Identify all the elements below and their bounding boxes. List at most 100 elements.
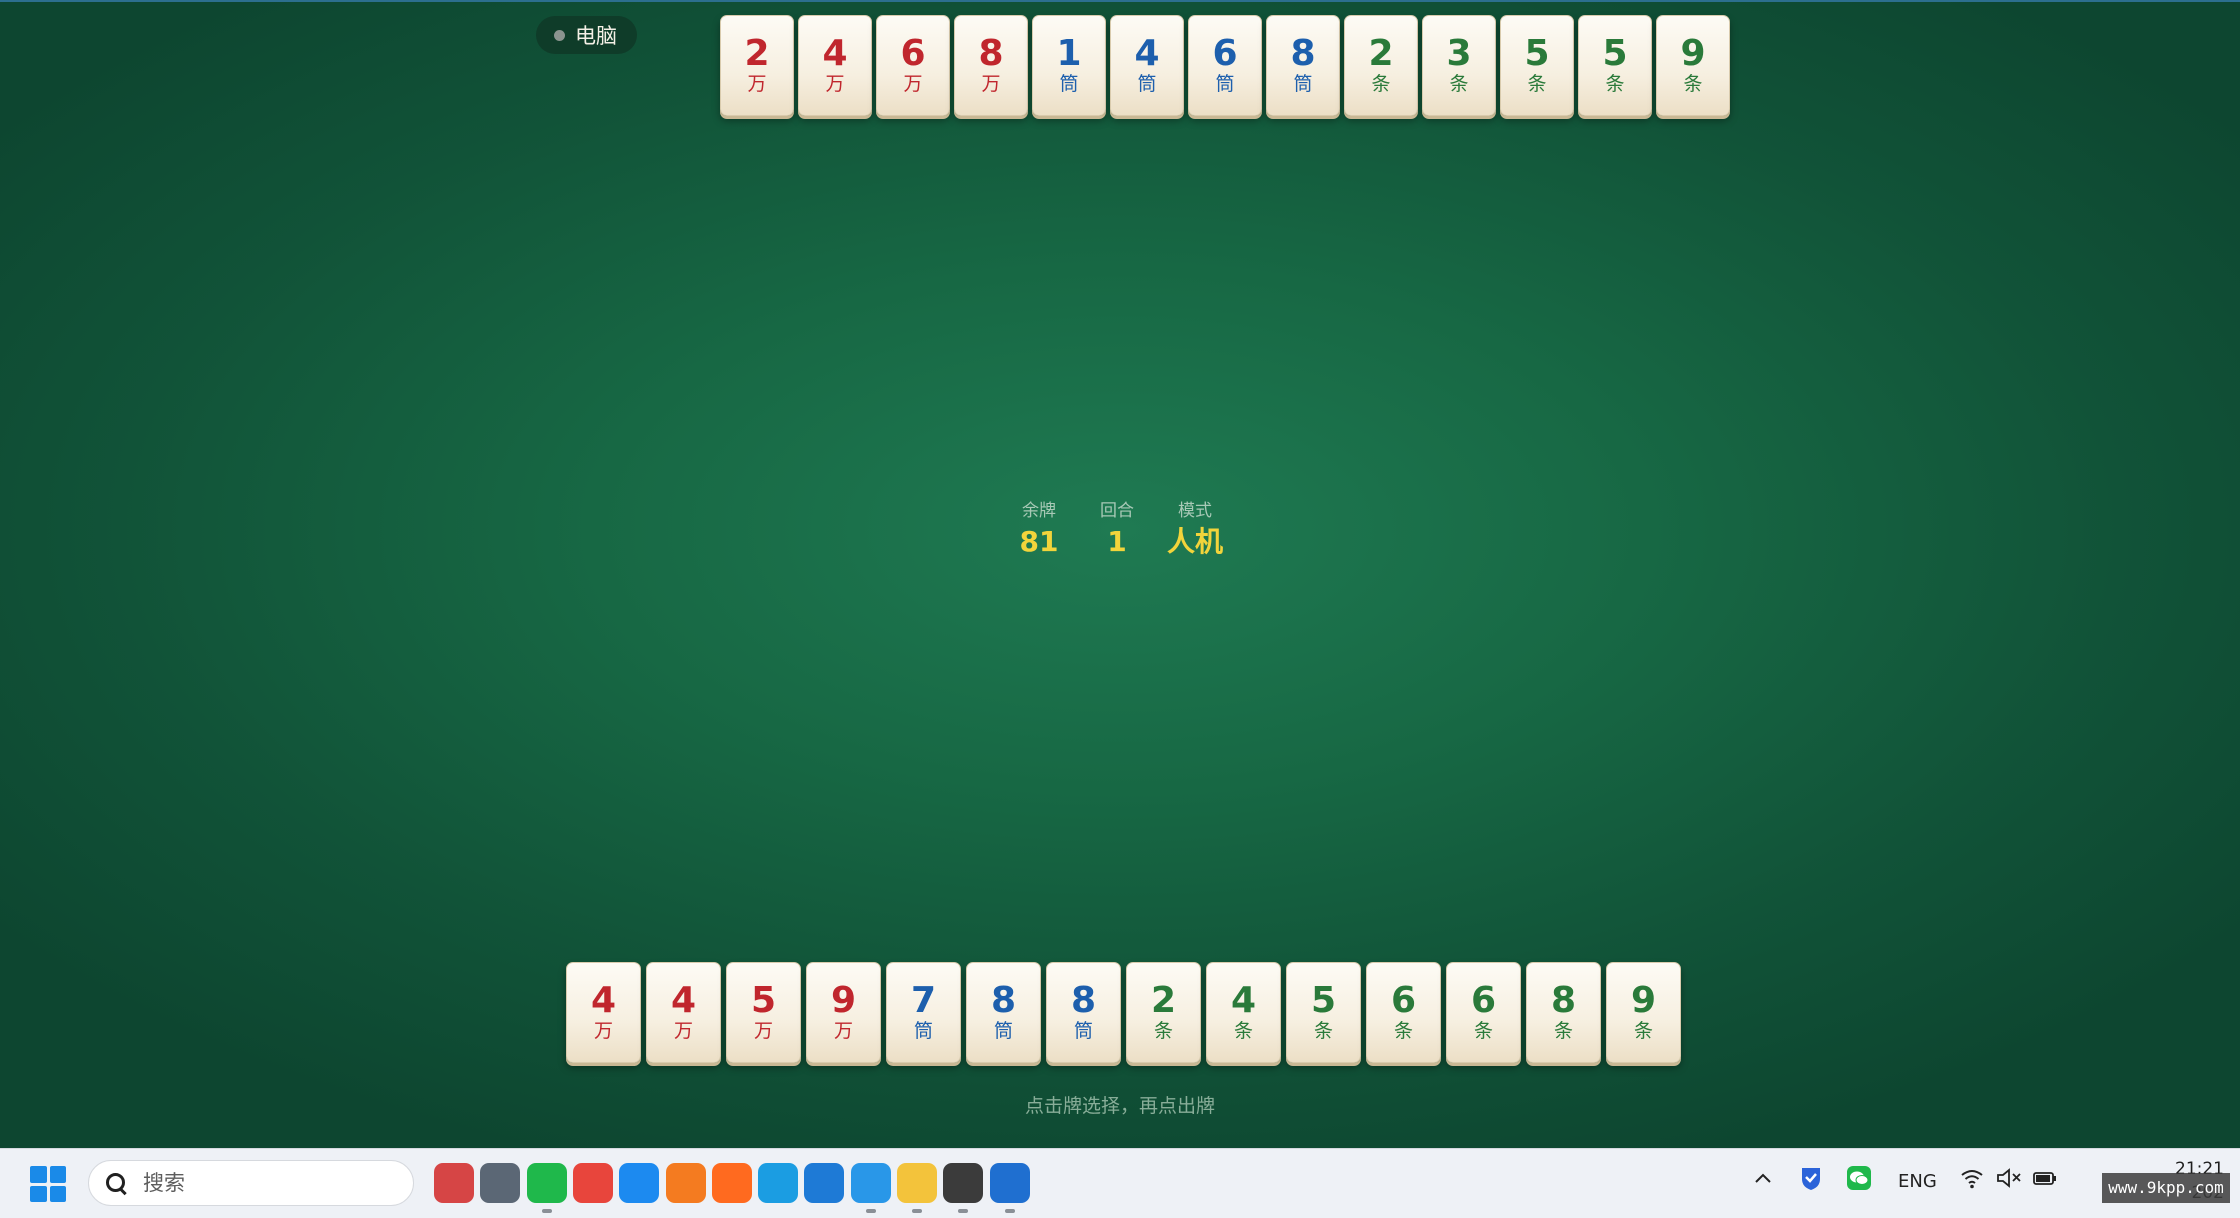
tile-suit: 筒 bbox=[1137, 73, 1157, 95]
battery-icon[interactable] bbox=[2032, 1167, 2058, 1194]
tile-suit: 筒 bbox=[1293, 73, 1313, 95]
screen: 电脑 2万4万6万8万1筒4筒6筒8筒2条3条5条5条9条 余牌 81 回合 1… bbox=[0, 0, 2240, 1218]
player-tile[interactable]: 4条 bbox=[1206, 962, 1281, 1063]
tile-suit: 条 bbox=[1449, 73, 1469, 95]
ie-icon[interactable] bbox=[804, 1163, 844, 1203]
player-tile[interactable]: 9条 bbox=[1606, 962, 1681, 1063]
avatar-app-icon[interactable] bbox=[943, 1163, 983, 1203]
taskbar-search[interactable] bbox=[88, 1160, 414, 1206]
edge-icon[interactable] bbox=[758, 1163, 798, 1203]
tile-rank: 7 bbox=[910, 980, 937, 1021]
tile-rank: 9 bbox=[1630, 980, 1657, 1021]
player-tile[interactable]: 5条 bbox=[1286, 962, 1361, 1063]
tile-suit: 万 bbox=[825, 73, 845, 95]
tile-suit: 条 bbox=[1153, 1020, 1173, 1042]
player-tile[interactable]: 4万 bbox=[646, 962, 721, 1063]
chrome-icon[interactable] bbox=[573, 1163, 613, 1203]
player-tile[interactable]: 8条 bbox=[1526, 962, 1601, 1063]
tile-rank: 8 bbox=[1070, 980, 1097, 1021]
firefox-icon[interactable] bbox=[712, 1163, 752, 1203]
opponent-tile: 2万 bbox=[720, 15, 794, 116]
cloud-drive-icon[interactable] bbox=[851, 1163, 891, 1203]
opponent-tile: 4万 bbox=[798, 15, 872, 116]
tile-suit: 筒 bbox=[1059, 73, 1079, 95]
opponent-tile: 9条 bbox=[1656, 15, 1730, 116]
wechat-tray-icon[interactable] bbox=[1846, 1165, 1872, 1196]
file-explorer-icon[interactable] bbox=[897, 1163, 937, 1203]
running-indicator bbox=[1005, 1209, 1015, 1213]
tile-rank: 9 bbox=[1680, 33, 1706, 74]
browser-blue-icon[interactable] bbox=[619, 1163, 659, 1203]
tile-rank: 5 bbox=[750, 980, 777, 1021]
security-shield-icon[interactable] bbox=[1799, 1165, 1823, 1196]
opponent-tile: 1筒 bbox=[1032, 15, 1106, 116]
tile-suit: 万 bbox=[673, 1020, 693, 1042]
tile-rank: 9 bbox=[830, 980, 857, 1021]
stat-remaining: 余牌 81 bbox=[1000, 500, 1078, 562]
player-tile[interactable]: 6条 bbox=[1366, 962, 1441, 1063]
tile-suit: 万 bbox=[981, 73, 1001, 95]
stat-remaining-label: 余牌 bbox=[1022, 501, 1056, 521]
search-input[interactable] bbox=[141, 1170, 385, 1196]
tile-rank: 4 bbox=[670, 980, 697, 1021]
running-indicator bbox=[912, 1209, 922, 1213]
wechat-icon[interactable] bbox=[527, 1163, 567, 1203]
start-button[interactable] bbox=[30, 1166, 66, 1202]
tile-suit: 条 bbox=[1233, 1020, 1253, 1042]
language-indicator[interactable]: ENG bbox=[1898, 1171, 1937, 1192]
taskbar: ENG 21:21 202 www.9kpp.com bbox=[0, 1148, 2240, 1218]
tile-rank: 4 bbox=[590, 980, 617, 1021]
tile-suit: 万 bbox=[747, 73, 767, 95]
player-tile[interactable]: 8筒 bbox=[966, 962, 1041, 1063]
tile-suit: 条 bbox=[1371, 73, 1391, 95]
watermark: www.9kpp.com bbox=[2102, 1173, 2230, 1203]
tile-rank: 4 bbox=[822, 33, 848, 74]
opponent-tile: 6筒 bbox=[1188, 15, 1262, 116]
stat-round: 回合 1 bbox=[1078, 500, 1156, 562]
player-tile[interactable]: 8筒 bbox=[1046, 962, 1121, 1063]
tile-rank: 4 bbox=[1134, 33, 1160, 74]
tile-rank: 6 bbox=[1470, 980, 1497, 1021]
opponent-tile: 6万 bbox=[876, 15, 950, 116]
opponent-tile: 3条 bbox=[1422, 15, 1496, 116]
player-tile[interactable]: 2条 bbox=[1126, 962, 1201, 1063]
running-indicator bbox=[958, 1209, 968, 1213]
game-table: 电脑 2万4万6万8万1筒4筒6筒8筒2条3条5条5条9条 余牌 81 回合 1… bbox=[0, 0, 2240, 1148]
tile-suit: 筒 bbox=[913, 1020, 933, 1042]
tile-suit: 万 bbox=[903, 73, 923, 95]
tile-suit: 万 bbox=[593, 1020, 613, 1042]
play-hint: 点击牌选择，再点出牌 bbox=[1024, 1095, 1215, 1117]
stat-mode: 模式 人机 bbox=[1156, 500, 1234, 562]
search-icon bbox=[105, 1172, 127, 1194]
tile-rank: 8 bbox=[990, 980, 1017, 1021]
tile-rank: 6 bbox=[900, 33, 926, 74]
status-dot-icon bbox=[554, 29, 565, 41]
opponent-name: 电脑 bbox=[575, 24, 617, 48]
player-tile[interactable]: 7筒 bbox=[886, 962, 961, 1063]
tile-rank: 4 bbox=[1230, 980, 1257, 1021]
tile-suit: 筒 bbox=[993, 1020, 1013, 1042]
tile-rank: 1 bbox=[1056, 33, 1082, 74]
tile-rank: 2 bbox=[744, 33, 770, 74]
chevron-up-icon[interactable] bbox=[1752, 1167, 1774, 1194]
orange-app-icon[interactable] bbox=[666, 1163, 706, 1203]
tile-rank: 5 bbox=[1602, 33, 1628, 74]
tile-suit: 条 bbox=[1683, 73, 1703, 95]
tile-rank: 6 bbox=[1390, 980, 1417, 1021]
player-tile[interactable]: 6条 bbox=[1446, 962, 1521, 1063]
volume-muted-icon[interactable] bbox=[1996, 1167, 2022, 1194]
player-tile[interactable]: 9万 bbox=[806, 962, 881, 1063]
stat-remaining-value: 81 bbox=[1019, 525, 1059, 558]
tile-suit: 条 bbox=[1313, 1020, 1333, 1042]
tile-rank: 2 bbox=[1150, 980, 1177, 1021]
calculator-icon[interactable] bbox=[480, 1163, 520, 1203]
snipping-tool-icon[interactable] bbox=[434, 1163, 474, 1203]
opponent-tile: 5条 bbox=[1578, 15, 1652, 116]
tile-rank: 6 bbox=[1212, 33, 1238, 74]
player-tile[interactable]: 4万 bbox=[566, 962, 641, 1063]
wifi-icon[interactable] bbox=[1960, 1167, 1984, 1194]
tile-rank: 5 bbox=[1310, 980, 1337, 1021]
player-tile[interactable]: 5万 bbox=[726, 962, 801, 1063]
vscode-icon[interactable] bbox=[990, 1163, 1030, 1203]
opponent-tile: 8万 bbox=[954, 15, 1028, 116]
